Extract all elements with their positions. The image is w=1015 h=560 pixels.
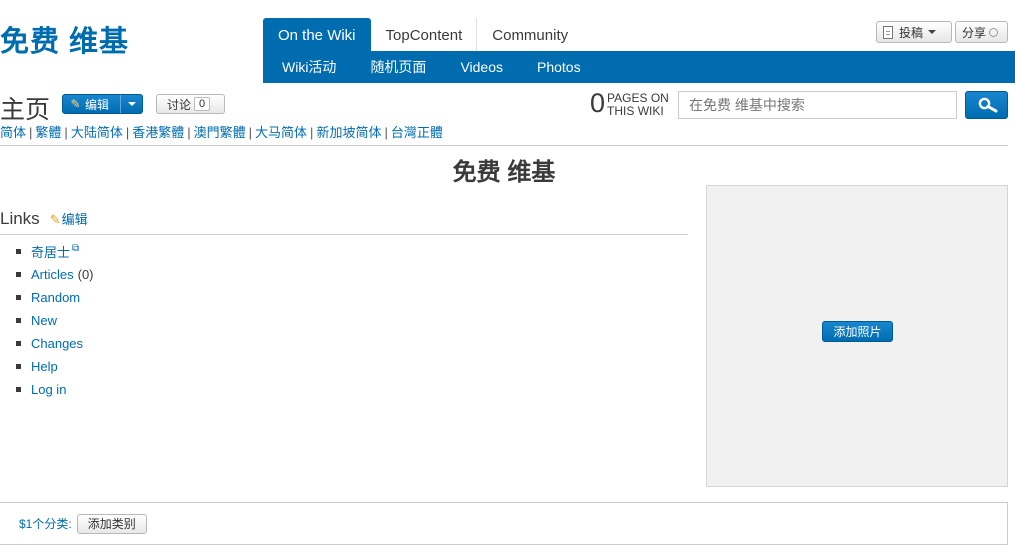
share-button[interactable]: 分享	[955, 21, 1008, 43]
separator: |	[384, 125, 388, 140]
separator: |	[187, 125, 191, 140]
chevron-down-icon	[127, 102, 136, 106]
language-variant-links: 简体 | 繁體 | 大陆简体 | 香港繁體 | 澳門繁體 | 大马简体 | 新加坡简体 | 台灣正體	[0, 122, 443, 141]
nav-subbar: Wiki活动 随机页面 Videos Photos	[263, 51, 1015, 83]
header-divider	[0, 145, 1008, 146]
nav-videos[interactable]: Videos	[443, 51, 520, 83]
lang-link-zh-hk[interactable]: 香港繁體	[132, 125, 184, 140]
list-item: New	[16, 309, 94, 332]
page-title: 主页	[0, 96, 51, 124]
articles-count: (0)	[77, 267, 94, 282]
article-title: 免费 维基	[452, 159, 556, 186]
lang-link-zh-sg[interactable]: 新加坡简体	[316, 125, 381, 140]
chevron-down-icon	[928, 30, 937, 34]
nav-tabs: On the Wiki TopContent Community	[263, 18, 583, 52]
section-header-links: Links ✎ 编辑	[0, 209, 688, 235]
link-qijushi[interactable]: 奇居士	[31, 242, 70, 261]
edit-main-action[interactable]: ✎ 编辑	[63, 95, 120, 113]
tab-community[interactable]: Community	[477, 18, 583, 52]
nav-photos[interactable]: Photos	[520, 51, 598, 83]
document-icon	[883, 25, 893, 39]
search-button[interactable]	[965, 91, 1008, 119]
wiki-wordmark[interactable]: 免费 维基	[0, 18, 129, 60]
category-count-link[interactable]: $1个分类:	[19, 515, 72, 532]
share-label: 分享	[962, 25, 987, 40]
lang-link-zh-tw[interactable]: 台灣正體	[391, 125, 443, 140]
lang-link-zh-cn[interactable]: 大陆简体	[71, 125, 123, 140]
pages-count-label: PAGES ON THIS WIKI	[607, 90, 669, 118]
list-item: Changes	[16, 332, 94, 355]
link-articles[interactable]: Articles	[31, 267, 74, 282]
bullet	[16, 249, 21, 254]
section-edit-label: 编辑	[61, 212, 88, 227]
nav-random-page[interactable]: 随机页面	[353, 51, 443, 83]
link-changes[interactable]: Changes	[31, 336, 83, 351]
separator: |	[125, 125, 130, 140]
list-item: Articles (0)	[16, 263, 94, 286]
separator: |	[310, 125, 314, 140]
bullet	[16, 318, 21, 323]
pages-counter: 0 PAGES ON THIS WIKI	[590, 88, 669, 118]
pencil-icon: ✎	[70, 97, 81, 111]
edit-dropdown-toggle[interactable]	[120, 95, 142, 113]
contribute-button[interactable]: 投稿	[876, 21, 952, 43]
section-edit-link[interactable]: ✎ 编辑	[50, 209, 88, 228]
bullet	[16, 272, 21, 277]
talk-label: 讨论	[167, 97, 192, 112]
links-list: 奇居士 ⧉ Articles (0) Random New Changes He…	[16, 240, 94, 401]
list-item: Random	[16, 286, 94, 309]
talk-count-badge: 0	[194, 97, 211, 111]
bullet	[16, 341, 21, 346]
external-link-icon: ⧉	[72, 243, 80, 254]
search-icon	[978, 97, 998, 113]
separator: |	[64, 125, 68, 140]
add-category-button[interactable]: 添加类别	[76, 513, 147, 534]
add-photo-button[interactable]: 添加照片	[822, 321, 893, 342]
lang-link-zh-hant[interactable]: 繁體	[35, 125, 61, 140]
link-new[interactable]: New	[31, 313, 57, 328]
talk-button[interactable]: 讨论 0	[156, 94, 225, 114]
pages-label-line-2: THIS WIKI	[607, 103, 664, 118]
list-item: Help	[16, 355, 94, 378]
search-input[interactable]	[678, 91, 957, 119]
bullet	[16, 295, 21, 300]
list-item: 奇居士 ⧉	[16, 240, 94, 263]
pages-count-number: 0	[590, 88, 606, 118]
link-help[interactable]: Help	[31, 359, 58, 374]
lang-link-zh-hans[interactable]: 简体	[0, 125, 26, 140]
separator: |	[248, 125, 253, 140]
tab-topcontent[interactable]: TopContent	[371, 18, 478, 52]
link-log-in[interactable]: Log in	[31, 382, 66, 397]
list-item: Log in	[16, 378, 94, 401]
photo-placeholder: 添加照片	[706, 185, 1008, 487]
pages-label-line-1: PAGES ON	[607, 90, 669, 105]
categories-bar: $1个分类: 添加类别	[0, 502, 1008, 545]
link-random[interactable]: Random	[31, 290, 80, 305]
separator: |	[29, 125, 33, 140]
edit-button[interactable]: ✎ 编辑	[62, 94, 143, 114]
bullet	[16, 364, 21, 369]
section-title: Links	[0, 209, 40, 228]
lang-link-zh-my[interactable]: 大马简体	[255, 125, 307, 140]
contribute-label: 投稿	[899, 25, 924, 40]
bullet	[16, 387, 21, 392]
lang-link-zh-mo[interactable]: 澳門繁體	[194, 125, 246, 140]
nav-wiki-activity[interactable]: Wiki活动	[263, 51, 353, 83]
tab-on-the-wiki[interactable]: On the Wiki	[263, 18, 371, 52]
pencil-icon: ✎	[49, 212, 61, 227]
edit-label: 编辑	[85, 97, 110, 112]
share-ring-icon	[989, 27, 999, 37]
